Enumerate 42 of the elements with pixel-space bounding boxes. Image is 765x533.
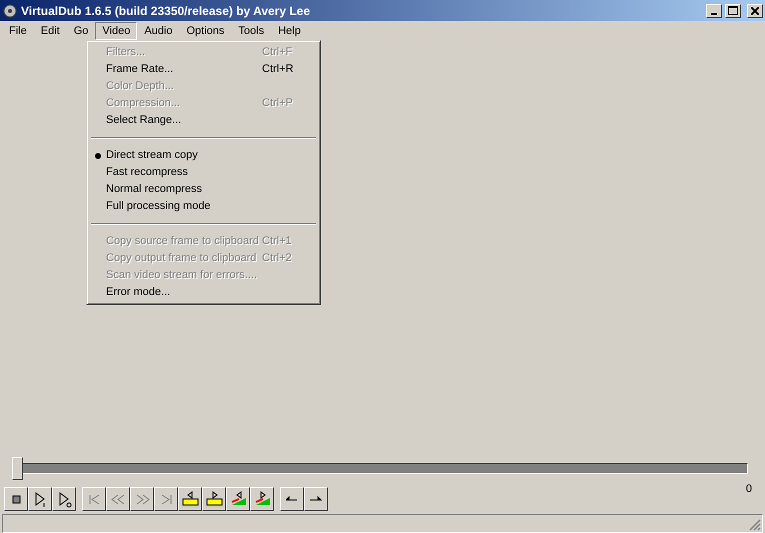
stop-button[interactable]	[4, 487, 28, 511]
menu-item[interactable]: Tools	[231, 22, 272, 40]
slider-thumb[interactable]	[12, 457, 23, 480]
step-forward-button[interactable]	[304, 487, 328, 511]
radio-bullet-icon	[95, 152, 101, 158]
menu-item[interactable]: File	[2, 22, 34, 40]
window-title: VirtualDub 1.6.5 (build 23350/release) by Avery Lee	[21, 2, 310, 20]
maximize-icon	[728, 6, 738, 15]
menu-item[interactable]: Frame Rate... Ctrl+R	[90, 61, 317, 78]
menu-item[interactable]: Help	[271, 22, 308, 40]
close-button[interactable]	[747, 4, 763, 18]
minimize-button[interactable]	[706, 4, 722, 18]
scene-forward-button[interactable]	[250, 487, 274, 511]
close-icon	[751, 6, 759, 14]
step-back-button[interactable]	[280, 487, 304, 511]
tick-label: 0	[746, 482, 752, 497]
start-button[interactable]	[82, 487, 106, 511]
minimize-icon	[711, 12, 718, 14]
mark-out-button[interactable]	[202, 487, 226, 511]
play-button[interactable]	[28, 487, 52, 511]
menu-item[interactable]: Go	[66, 22, 96, 40]
mark-in-button[interactable]	[178, 487, 202, 511]
maximize-button[interactable]	[725, 4, 742, 18]
step-forward-icon	[310, 496, 322, 502]
menu-item[interactable]: Fast recompress	[90, 164, 317, 181]
menu-item[interactable]: Select Range...	[90, 112, 317, 129]
menu-item[interactable]: Audio	[137, 22, 180, 40]
rewind-button[interactable]	[106, 487, 130, 511]
step-back-icon	[286, 496, 298, 502]
menu-item[interactable]: Error mode...	[90, 284, 317, 301]
play-button[interactable]	[52, 487, 76, 511]
scene-back-button[interactable]	[226, 487, 250, 511]
menu-item[interactable]: Edit	[34, 22, 67, 40]
menu-item[interactable]: Direct stream copy	[90, 147, 317, 164]
menu-item[interactable]: Options	[179, 22, 232, 40]
menu-item[interactable]: Full processing mode	[90, 198, 317, 215]
fast-forward-button[interactable]	[130, 487, 154, 511]
app-icon	[2, 2, 18, 18]
menu-item[interactable]: Normal recompress	[90, 181, 317, 198]
end-button[interactable]	[154, 487, 178, 511]
menu-item[interactable]: Video	[95, 22, 138, 40]
position-slider[interactable]	[12, 457, 748, 480]
